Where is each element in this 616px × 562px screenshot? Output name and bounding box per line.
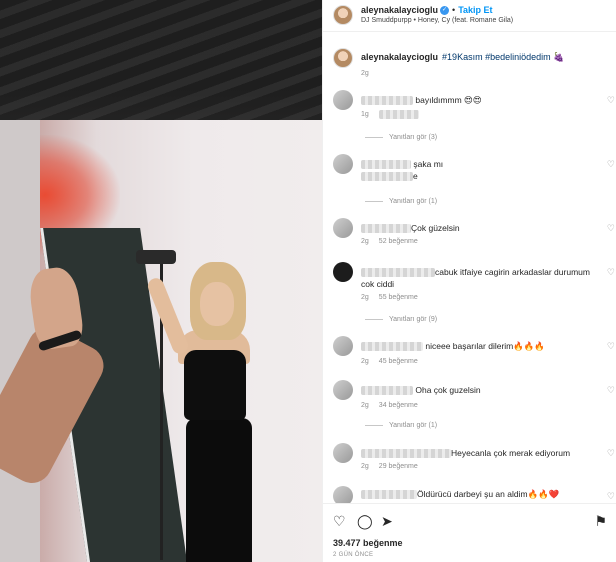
post-time: 2 GÜN ÖNCE: [333, 552, 374, 558]
replies-line: [365, 318, 383, 320]
model-top: [184, 350, 246, 420]
comment-meta: 2g 52 beğenme: [361, 238, 428, 245]
avatar[interactable]: [333, 380, 353, 400]
avatar[interactable]: [333, 262, 353, 282]
heart-icon[interactable]: ♡: [607, 491, 615, 502]
caption-hashtags[interactable]: #19Kasım #bedeliniödedim 🍇: [442, 52, 564, 62]
view-replies[interactable]: Yanıtları gör (1): [365, 422, 437, 429]
post-header: aleynakalaycioglu ✓ • Takip Et DJ Smuddpurp…: [323, 0, 616, 32]
comment-text-line: cabuk itfaiye cagirin arkadaslar durumum…: [361, 266, 599, 290]
redacted-text: [361, 172, 413, 182]
comment-text-line: şaka mı e: [361, 158, 599, 182]
avatar[interactable]: [333, 443, 353, 463]
comment-time: 2g: [361, 402, 369, 409]
comment-likes[interactable]: 45 beğenme: [379, 358, 418, 365]
music-label[interactable]: DJ Smuddpurpp • Honey, Cy (feat. Romane …: [361, 17, 513, 24]
heart-icon[interactable]: ♡: [607, 95, 615, 106]
heart-icon[interactable]: ♡: [607, 223, 615, 234]
comment-text: niceee başarılar dilerim🔥🔥🔥: [425, 341, 545, 351]
caption-time: 2g: [361, 70, 369, 77]
replies-line: [365, 136, 383, 138]
avatar[interactable]: [333, 336, 353, 356]
avatar[interactable]: [333, 48, 353, 68]
redacted-username: [361, 449, 451, 459]
view-replies[interactable]: Yanıtları gör (1): [365, 198, 437, 205]
post-media[interactable]: [0, 0, 322, 562]
view-replies-label: Yanıtları gör (3): [389, 134, 438, 141]
comment-text-tail: e: [413, 171, 418, 181]
comment-time: 2g: [361, 463, 369, 470]
likes-count[interactable]: 39.477 beğenme: [333, 538, 403, 548]
studio-ceiling: [0, 0, 322, 120]
share-icon[interactable]: ➤: [381, 513, 393, 530]
view-replies-label: Yanıtları gör (9): [389, 316, 438, 323]
comment-time: 1g: [361, 111, 369, 119]
redacted-username: [361, 160, 411, 170]
comment-likes[interactable]: 52 beğenme: [379, 238, 418, 245]
redacted-username: [361, 386, 413, 396]
separator-dot: •: [452, 5, 456, 15]
verified-icon: ✓: [440, 6, 450, 16]
avatar[interactable]: [333, 5, 353, 25]
comment-likes[interactable]: 55 beğenme: [379, 294, 418, 301]
comment-text-line: Öldürücü darbeyi şu an aldim🔥🔥❤️: [361, 488, 599, 500]
comment-meta: 2g 34 beğenme: [361, 402, 428, 409]
view-replies[interactable]: Yanıtları gör (9): [365, 316, 437, 323]
comment-text-line: bayıldımmm 😍😍: [361, 94, 599, 106]
redacted-username: [361, 342, 423, 352]
comment-icon[interactable]: ◯: [357, 513, 373, 530]
post-side-panel: aleynakalaycioglu ✓ • Takip Et DJ Smuddpurp…: [322, 0, 616, 562]
caption-username[interactable]: aleynakalaycioglu: [361, 52, 438, 62]
comment-text: bayıldımmm 😍😍: [415, 95, 482, 105]
comment-text: şaka mı: [413, 159, 444, 169]
avatar[interactable]: [333, 218, 353, 238]
redacted-username: [361, 490, 417, 500]
heart-icon[interactable]: ♡: [607, 267, 615, 278]
replies-line: [365, 200, 383, 202]
replies-line: [365, 424, 383, 426]
comment-meta: 1g: [361, 110, 429, 119]
comment-text-line: Heyecanla çok merak ediyorum: [361, 447, 599, 459]
redacted-username: [361, 96, 413, 106]
comment-likes[interactable]: 29 beğenme: [379, 463, 418, 470]
comment-time: 2g: [361, 358, 369, 365]
comment-text-line: niceee başarılar dilerim🔥🔥🔥: [361, 340, 599, 352]
follow-button[interactable]: Takip Et: [458, 5, 492, 15]
view-replies-label: Yanıtları gör (1): [389, 422, 438, 429]
comment-time: 2g: [361, 294, 369, 301]
heart-icon[interactable]: ♡: [607, 341, 615, 352]
view-replies-label: Yanıtları gör (1): [389, 198, 438, 205]
header-user-line: aleynakalaycioglu ✓ • Takip Et: [361, 5, 493, 16]
avatar[interactable]: [333, 90, 353, 110]
comment-text-line: Çok güzelsin: [361, 222, 599, 234]
bookmark-icon[interactable]: ⚑: [594, 513, 607, 530]
comment-time: 2g: [361, 238, 369, 245]
model-face: [200, 282, 234, 326]
heart-icon[interactable]: ♡: [333, 513, 346, 530]
comment-meta: 2g 29 beğenme: [361, 463, 428, 470]
redacted-meta: [378, 110, 419, 119]
light-head: [136, 250, 176, 264]
comment-meta: 2g 45 beğenme: [361, 358, 428, 365]
comment-meta: 2g 55 beğenme: [361, 294, 428, 301]
view-replies[interactable]: Yanıtları gör (3): [365, 134, 437, 141]
heart-icon[interactable]: ♡: [607, 448, 615, 459]
comment-text: Heyecanla çok merak ediyorum: [451, 448, 571, 458]
comment-text: Çok güzelsin: [411, 223, 460, 233]
comment-text-line: Oha çok guzelsin: [361, 384, 599, 396]
model-legs: [186, 418, 252, 562]
redacted-username: [361, 268, 435, 278]
heart-icon[interactable]: ♡: [607, 385, 615, 396]
heart-icon[interactable]: ♡: [607, 159, 615, 170]
redacted-username: [361, 224, 411, 234]
avatar[interactable]: [333, 154, 353, 174]
post-actions: ♡ ◯ ➤ ⚑ 39.477 beğenme 2 GÜN ÖNCE: [323, 503, 616, 562]
comment-text: Öldürücü darbeyi şu an aldim🔥🔥❤️: [417, 489, 560, 499]
comment-text: Oha çok guzelsin: [415, 385, 481, 395]
caption-text-line: aleynakalaycioglu #19Kasım #bedeliniödedi…: [361, 52, 564, 63]
username-link[interactable]: aleynakalaycioglu: [361, 5, 438, 15]
comment-likes[interactable]: 34 beğenme: [379, 402, 418, 409]
